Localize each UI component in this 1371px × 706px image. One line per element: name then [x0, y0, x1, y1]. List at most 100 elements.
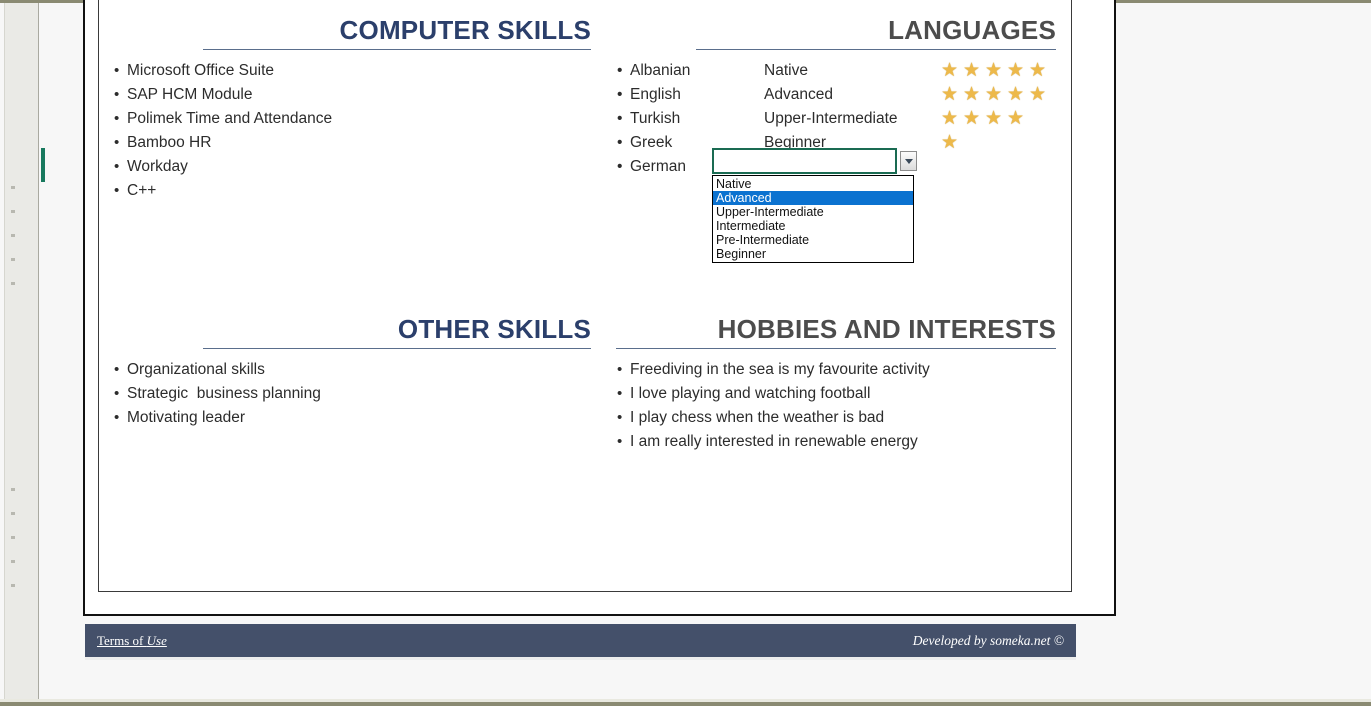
- list-item: • Strategic business planning: [113, 382, 591, 406]
- list-item: • C++: [113, 179, 591, 203]
- star-icon: ★: [941, 84, 959, 105]
- terms-emphasis: Use: [146, 632, 167, 648]
- language-level-cell[interactable]: [712, 148, 917, 174]
- bullet-icon: •: [617, 62, 623, 79]
- list-item-label: I love playing and watching football: [630, 385, 871, 402]
- section-hobbies-and-interests: HOBBIES AND INTERESTS • Freediving in the…: [616, 312, 1056, 454]
- list-item-label: Strategic business planning: [127, 385, 321, 402]
- row-tick-mark: [11, 536, 15, 539]
- computer-skills-title: COMPUTER SKILLS: [339, 15, 591, 45]
- list-item-label: SAP HCM Module: [127, 86, 253, 103]
- terms-prefix: Terms of: [97, 632, 147, 648]
- row-tick-mark: [11, 186, 15, 189]
- bullet-icon: •: [617, 158, 623, 175]
- bullet-icon: •: [617, 385, 623, 402]
- language-name: German: [630, 158, 686, 175]
- list-item: • Freediving in the sea is my favourite a…: [616, 358, 1056, 382]
- dropdown-option[interactable]: Beginner: [713, 247, 913, 261]
- language-rating-stars: ★ ★ ★ ★: [941, 107, 1029, 132]
- list-item-label: Bamboo HR: [127, 134, 212, 151]
- bullet-icon: •: [114, 86, 120, 103]
- list-item: • Workday: [113, 155, 591, 179]
- language-rating-stars: ★: [941, 131, 963, 156]
- row-header-gutter[interactable]: [4, 3, 39, 702]
- hobbies-underline: [616, 348, 1056, 349]
- resume-content-frame: COMPUTER SKILLS • Microsoft Office Suite …: [98, 0, 1072, 592]
- bullet-icon: •: [617, 409, 623, 426]
- list-item: • Polimek Time and Attendance: [113, 107, 591, 131]
- language-name: English: [630, 86, 681, 103]
- list-item-label: I play chess when the weather is bad: [630, 409, 885, 426]
- dropdown-option[interactable]: Upper-Intermediate: [713, 205, 913, 219]
- language-rating-stars: ★ ★ ★ ★ ★: [941, 83, 1051, 108]
- developer-credit: Developed by someka.net ©: [912, 632, 1064, 648]
- dropdown-option-selected[interactable]: Advanced: [713, 191, 913, 205]
- bullet-icon: •: [114, 62, 120, 79]
- list-item: • Organizational skills: [113, 358, 591, 382]
- languages-underline: [696, 49, 1056, 50]
- bullet-icon: •: [114, 361, 120, 378]
- bullet-icon: •: [114, 409, 120, 426]
- list-item: • I am really interested in renewable ene…: [616, 430, 1056, 454]
- star-icon: ★: [985, 60, 1003, 81]
- list-item: • Motivating leader: [113, 406, 591, 430]
- language-rating-stars: ★ ★ ★ ★ ★: [941, 59, 1051, 84]
- row-tick-mark: [11, 584, 15, 587]
- language-level-input[interactable]: [712, 148, 897, 174]
- bullet-icon: •: [114, 110, 120, 127]
- star-icon: ★: [941, 60, 959, 81]
- bullet-icon: •: [617, 110, 623, 127]
- footer-shadow: [85, 657, 1076, 660]
- window-bottom-edge: [0, 702, 1371, 706]
- list-item: • I play chess when the weather is bad: [616, 406, 1056, 430]
- dropdown-option[interactable]: Pre-Intermediate: [713, 233, 913, 247]
- star-icon: ★: [941, 108, 959, 129]
- language-level-dropdown-list[interactable]: Native Advanced Upper-Intermediate Inter…: [712, 175, 914, 263]
- star-icon: ★: [1029, 60, 1047, 81]
- dropdown-option[interactable]: Native: [713, 177, 913, 191]
- section-other-skills: OTHER SKILLS • Organizational skills • Str…: [113, 312, 591, 430]
- list-item: • SAP HCM Module: [113, 83, 591, 107]
- terms-of-use-link[interactable]: Terms of Use: [97, 633, 167, 649]
- selection-indicator: [41, 148, 45, 182]
- chevron-down-icon[interactable]: [900, 151, 917, 171]
- footer-bar: Terms of Use Developed by someka.net ©: [85, 624, 1076, 657]
- gutter-divider: [4, 3, 5, 702]
- computer-skills-list: • Microsoft Office Suite • SAP HCM Module …: [113, 59, 591, 203]
- other-skills-underline: [203, 348, 591, 349]
- row-tick-mark: [11, 512, 15, 515]
- bullet-icon: •: [114, 385, 120, 402]
- language-name: Turkish: [630, 110, 681, 127]
- list-item-label: I am really interested in renewable ener…: [630, 433, 918, 450]
- star-icon: ★: [1007, 84, 1025, 105]
- bullet-icon: •: [114, 182, 120, 199]
- computer-skills-underline: [203, 49, 591, 50]
- language-name: Greek: [630, 134, 673, 151]
- language-row: • Albanian Native ★ ★ ★ ★ ★: [616, 59, 1056, 83]
- section-computer-skills: COMPUTER SKILLS • Microsoft Office Suite …: [113, 13, 591, 203]
- bullet-icon: •: [617, 361, 623, 378]
- star-icon: ★: [941, 132, 959, 153]
- dropdown-option[interactable]: Intermediate: [713, 219, 913, 233]
- bullet-icon: •: [114, 134, 120, 151]
- row-tick-mark: [11, 560, 15, 563]
- application-window: COMPUTER SKILLS • Microsoft Office Suite …: [0, 0, 1371, 706]
- list-item-label: Motivating leader: [127, 409, 246, 426]
- row-tick-mark: [11, 210, 15, 213]
- other-skills-title: OTHER SKILLS: [397, 314, 591, 344]
- row-tick-mark: [11, 258, 15, 261]
- languages-title: LANGUAGES: [888, 15, 1056, 45]
- star-icon: ★: [1029, 84, 1047, 105]
- bullet-icon: •: [617, 134, 623, 151]
- bullet-icon: •: [617, 86, 623, 103]
- star-icon: ★: [1007, 108, 1025, 129]
- bullet-icon: •: [617, 433, 623, 450]
- row-tick-mark: [11, 234, 15, 237]
- star-icon: ★: [985, 108, 1003, 129]
- hobbies-list: • Freediving in the sea is my favourite a…: [616, 358, 1056, 454]
- list-item: • I love playing and watching football: [616, 382, 1056, 406]
- language-name: Albanian: [630, 62, 691, 79]
- star-icon: ★: [963, 60, 981, 81]
- star-icon: ★: [963, 108, 981, 129]
- language-level: Native: [764, 62, 808, 79]
